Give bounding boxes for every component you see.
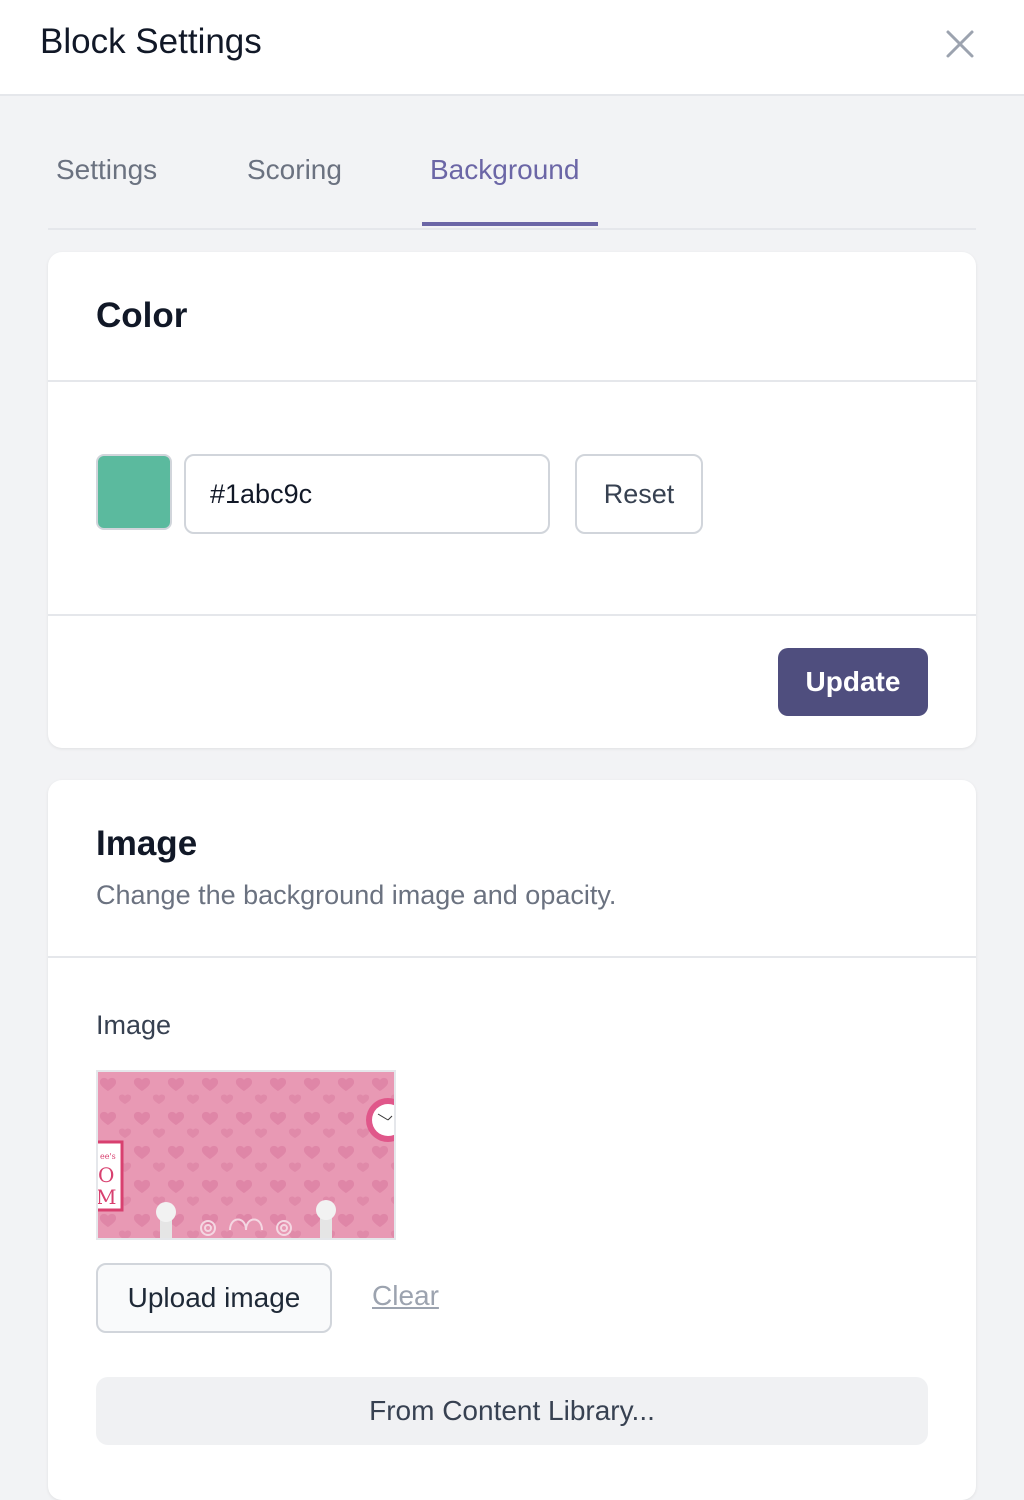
tab-settings[interactable]: Settings — [56, 154, 157, 186]
tab-scoring[interactable]: Scoring — [247, 154, 342, 186]
image-card-subtitle: Change the background image and opacity. — [96, 880, 617, 910]
upload-image-button[interactable]: Upload image — [96, 1263, 332, 1333]
image-card: Image Change the background image and op… — [48, 780, 976, 1500]
divider — [48, 614, 976, 616]
content-library-button[interactable]: From Content Library... — [96, 1377, 928, 1445]
image-field-label: Image — [96, 1010, 172, 1040]
divider — [48, 380, 976, 382]
color-card: Color Reset Update — [48, 252, 976, 748]
clear-image-link[interactable]: Clear — [372, 1280, 439, 1312]
color-swatch[interactable] — [96, 454, 172, 530]
svg-text:M: M — [98, 1185, 116, 1209]
reset-button[interactable]: Reset — [575, 454, 703, 534]
dialog-header: Block Settings — [0, 0, 1024, 96]
image-card-title: Image — [96, 824, 198, 863]
update-button[interactable]: Update — [778, 648, 928, 716]
tab-background[interactable]: Background — [430, 154, 579, 186]
active-tab-indicator — [422, 222, 598, 226]
dialog-title: Block Settings — [40, 22, 262, 61]
hex-color-input[interactable] — [184, 454, 550, 534]
color-card-title: Color — [96, 296, 188, 335]
svg-text:ee's: ee's — [100, 1152, 116, 1161]
close-button[interactable] — [940, 24, 980, 64]
divider — [48, 956, 976, 958]
background-image-thumbnail: ee's O M — [96, 1070, 396, 1240]
thumbnail-illustration: ee's O M — [98, 1072, 394, 1238]
tab-bar: Settings Scoring Background — [48, 140, 976, 230]
svg-text:O: O — [98, 1163, 114, 1187]
close-icon — [946, 30, 974, 58]
